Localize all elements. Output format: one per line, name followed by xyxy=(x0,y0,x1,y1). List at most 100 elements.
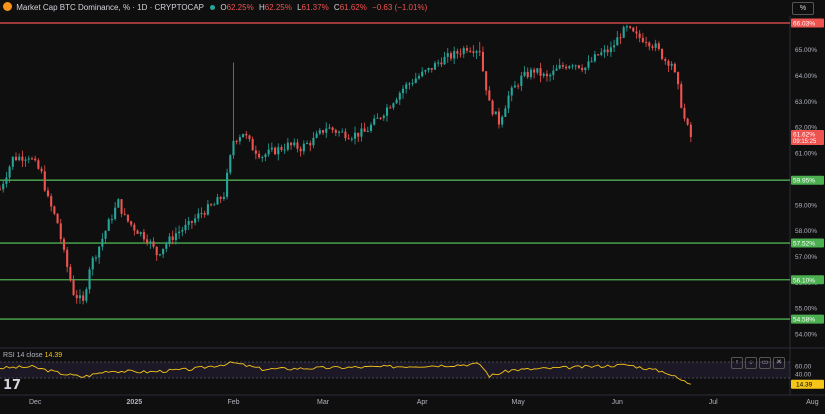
change-value: −0.63 (−1.01%) xyxy=(372,3,428,12)
candle-body xyxy=(459,53,462,55)
candle-body xyxy=(587,61,590,68)
candle-body xyxy=(689,124,692,138)
candle-body xyxy=(478,51,481,53)
candle-body xyxy=(469,50,472,52)
x-tick-label: May xyxy=(512,399,526,406)
candle-body xyxy=(337,131,341,133)
candle-body xyxy=(629,26,632,28)
x-tick-label: Jul xyxy=(709,399,718,406)
level-label: 66.03% xyxy=(793,20,815,27)
level-label: 56.10% xyxy=(793,277,815,284)
candle-body xyxy=(299,148,302,152)
candle-body xyxy=(545,73,548,77)
candle-body xyxy=(165,244,168,249)
candle-body xyxy=(126,214,129,222)
move-down-button[interactable]: ↓ xyxy=(745,357,757,369)
candle-body xyxy=(229,155,232,173)
candle-body xyxy=(331,127,334,131)
candle-body xyxy=(21,156,24,161)
candle-body xyxy=(104,230,107,239)
candle-body xyxy=(654,43,657,48)
candle-body xyxy=(8,166,11,178)
candle-body xyxy=(427,67,430,71)
candle-body xyxy=(667,60,670,66)
candle-body xyxy=(171,236,174,241)
btc-logo-icon xyxy=(3,2,12,12)
candle-body xyxy=(277,147,280,155)
y-tick-label: 54.00% xyxy=(795,332,817,339)
candle-body xyxy=(162,248,165,255)
candle-body xyxy=(114,207,117,220)
candle-body xyxy=(248,135,251,140)
candle-body xyxy=(379,117,382,119)
candle-body xyxy=(488,90,491,101)
candle-body xyxy=(670,63,673,66)
candle-body xyxy=(360,128,363,137)
candle-body xyxy=(414,78,417,83)
candle-body xyxy=(139,232,142,234)
percent-scale-button[interactable]: % xyxy=(792,2,814,15)
maximize-pane-button[interactable]: ▭ xyxy=(759,357,771,369)
candle-body xyxy=(462,48,465,54)
candle-body xyxy=(622,27,625,38)
countdown-label: 09:15:25 xyxy=(793,139,817,145)
candle-body xyxy=(513,85,516,88)
candle-body xyxy=(213,204,216,206)
candle-body xyxy=(411,82,414,84)
candle-body xyxy=(274,147,277,155)
candle-body xyxy=(353,132,357,139)
candle-body xyxy=(373,118,376,125)
candle-body xyxy=(389,107,392,109)
candle-body xyxy=(315,133,318,138)
candle-body xyxy=(555,68,558,71)
x-tick-label: Apr xyxy=(417,399,429,406)
candle-body xyxy=(443,56,446,65)
candle-body xyxy=(318,130,321,134)
close-pane-button[interactable]: ✕ xyxy=(773,357,785,369)
close-value: 61.62% xyxy=(339,3,367,12)
candle-body xyxy=(261,157,264,159)
candle-body xyxy=(194,218,197,223)
candle-body xyxy=(27,158,30,160)
candle-body xyxy=(536,68,539,73)
candle-body xyxy=(680,84,683,108)
candle-body xyxy=(686,118,689,125)
candle-body xyxy=(43,171,46,191)
candle-body xyxy=(174,233,177,241)
rsi-title: RSI 14 close xyxy=(3,352,43,359)
x-tick-label: 2025 xyxy=(127,399,143,406)
candle-body xyxy=(593,54,596,62)
candle-body xyxy=(149,241,152,243)
candle-body xyxy=(56,213,59,224)
close-label: C xyxy=(333,3,340,12)
y-tick-label: 63.00% xyxy=(795,99,817,106)
candle-body xyxy=(181,230,184,232)
candle-body xyxy=(510,87,513,96)
candle-body xyxy=(539,68,542,76)
candle-body xyxy=(603,49,606,53)
candle-body xyxy=(210,204,213,206)
candle-body xyxy=(433,63,437,70)
candle-body xyxy=(520,75,523,86)
candle-body xyxy=(430,67,433,70)
candle-body xyxy=(376,117,379,119)
level-label: 59.95% xyxy=(793,178,815,185)
candle-body xyxy=(398,93,401,100)
candle-body xyxy=(549,74,552,77)
candle-body xyxy=(424,70,427,72)
candle-body xyxy=(344,131,347,139)
candle-body xyxy=(635,31,638,34)
move-up-button[interactable]: ↑ xyxy=(731,357,743,369)
candle-body xyxy=(286,142,289,150)
candle-body xyxy=(75,295,78,299)
candle-body xyxy=(251,139,254,151)
candle-body xyxy=(2,183,5,190)
chart-svg: 65.00%64.00%63.00%62.00%61.00%60.00%59.0… xyxy=(0,0,825,409)
candle-body xyxy=(641,37,644,43)
candle-body xyxy=(178,231,181,234)
chart-title: Market Cap BTC Dominance, % · 1D · CRYPT… xyxy=(16,3,204,12)
candle-body xyxy=(494,111,497,115)
candle-body xyxy=(30,158,34,160)
candle-body xyxy=(258,153,261,158)
candle-body xyxy=(238,137,241,142)
